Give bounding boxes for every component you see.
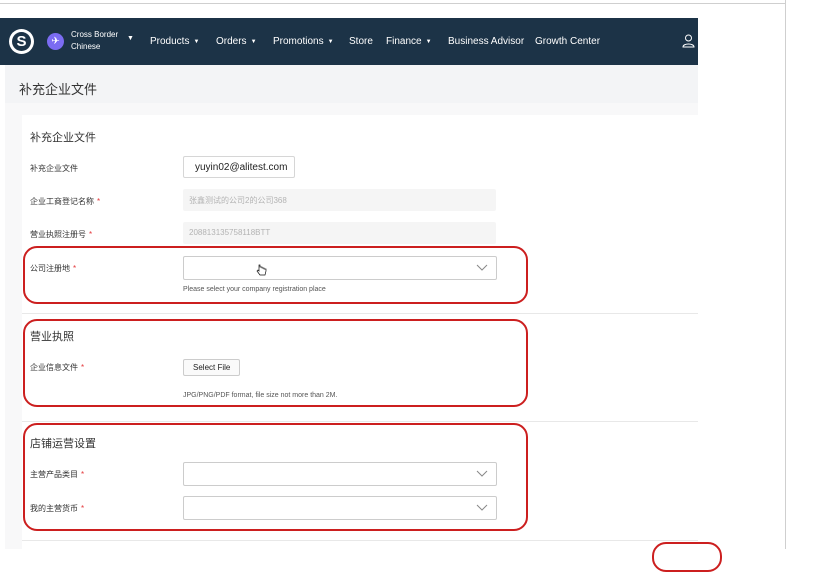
section-divider	[22, 540, 698, 541]
reg-place-label: 公司注册地 *	[30, 263, 76, 274]
nav-orders-label: Orders	[216, 36, 247, 47]
currency-select[interactable]	[183, 496, 497, 520]
file-label: 企业信息文件 *	[30, 362, 84, 373]
chevron-down-icon	[476, 264, 488, 271]
required-mark: *	[97, 197, 101, 206]
required-mark: *	[81, 504, 85, 513]
nav-products[interactable]: Products ▼	[150, 36, 199, 47]
nav-orders[interactable]: Orders ▼	[216, 36, 257, 47]
email-label: 补充企业文件	[30, 164, 78, 173]
form-card: 补充企业文件 补充企业文件 yuyin02@alitest.com 企业工商登记…	[22, 115, 698, 549]
license-no-label: 营业执照注册号 *	[30, 229, 92, 240]
region-line1: Cross Border	[71, 30, 119, 39]
category-label: 主营产品类目 *	[30, 469, 84, 480]
hand-cursor-icon	[256, 264, 267, 276]
license-no-field: 208813135758118BTT	[183, 222, 496, 244]
top-navbar: S ✈ Cross Border Chinese ▼ Products ▼ Ord…	[0, 18, 698, 65]
top-divider	[0, 3, 785, 4]
user-icon[interactable]	[682, 34, 695, 48]
required-mark: *	[81, 470, 85, 479]
chevron-down-icon: ▼	[327, 39, 334, 45]
region-caret-icon[interactable]: ▼	[127, 35, 134, 42]
select-file-button[interactable]: Select File	[183, 359, 241, 376]
chevron-down-icon: ▼	[250, 39, 257, 45]
chevron-down-icon	[476, 470, 488, 477]
required-mark: *	[81, 363, 85, 372]
reg-place-select[interactable]	[183, 256, 497, 280]
license-no-label-text: 营业执照注册号	[30, 230, 86, 239]
right-divider	[785, 0, 786, 549]
section-title-docs: 补充企业文件	[30, 132, 96, 144]
chevron-down-icon: ▼	[193, 39, 200, 45]
nav-store[interactable]: Store	[349, 36, 373, 47]
airplane-icon[interactable]: ✈	[47, 33, 64, 50]
form-area: 补充企业文件 补充企业文件 yuyin02@alitest.com 企业工商登记…	[5, 103, 698, 549]
nav-store-label: Store	[349, 36, 373, 47]
region-switcher[interactable]: Cross Border Chinese	[71, 29, 118, 53]
company-name-label-text: 企业工商登记名称	[30, 197, 94, 206]
required-mark: *	[73, 264, 77, 273]
page-title: 补充企业文件	[19, 82, 98, 97]
nav-finance-label: Finance	[386, 36, 422, 47]
file-label-text: 企业信息文件	[30, 363, 78, 372]
logo-glyph: S	[12, 32, 31, 51]
email-field[interactable]: yuyin02@alitest.com	[183, 156, 295, 178]
currency-label: 我的主营货币 *	[30, 503, 84, 514]
section-title-license: 营业执照	[30, 331, 74, 343]
nav-growth-center-label: Growth Center	[535, 36, 601, 47]
section-divider	[22, 313, 698, 314]
nav-business-advisor[interactable]: Business Advisor	[448, 36, 524, 47]
region-line2: Chinese	[71, 42, 101, 51]
section-divider	[22, 421, 698, 422]
reg-place-hint: Please select your company registration …	[183, 286, 326, 293]
nav-promotions-label: Promotions	[273, 36, 324, 47]
logo-icon[interactable]: S	[9, 29, 34, 54]
chevron-down-icon: ▼	[425, 39, 432, 45]
company-name-field: 张鑫测试的公司2的公司368	[183, 189, 496, 211]
page-header: 补充企业文件	[5, 65, 698, 103]
reg-place-label-text: 公司注册地	[30, 264, 70, 273]
category-label-text: 主营产品类目	[30, 470, 78, 479]
nav-growth-center[interactable]: Growth Center	[535, 36, 600, 47]
nav-promotions[interactable]: Promotions ▼	[273, 36, 334, 47]
required-mark: *	[89, 230, 93, 239]
currency-label-text: 我的主营货币	[30, 504, 78, 513]
company-name-label: 企业工商登记名称 *	[30, 196, 100, 207]
file-hint: JPG/PNG/PDF format, file size not more t…	[183, 392, 338, 399]
chevron-down-icon	[476, 504, 488, 511]
category-select[interactable]	[183, 462, 497, 486]
nav-products-label: Products	[150, 36, 190, 47]
nav-business-advisor-label: Business Advisor	[448, 36, 525, 47]
nav-finance[interactable]: Finance ▼	[386, 36, 432, 47]
section-title-store: 店铺运营设置	[30, 438, 96, 450]
